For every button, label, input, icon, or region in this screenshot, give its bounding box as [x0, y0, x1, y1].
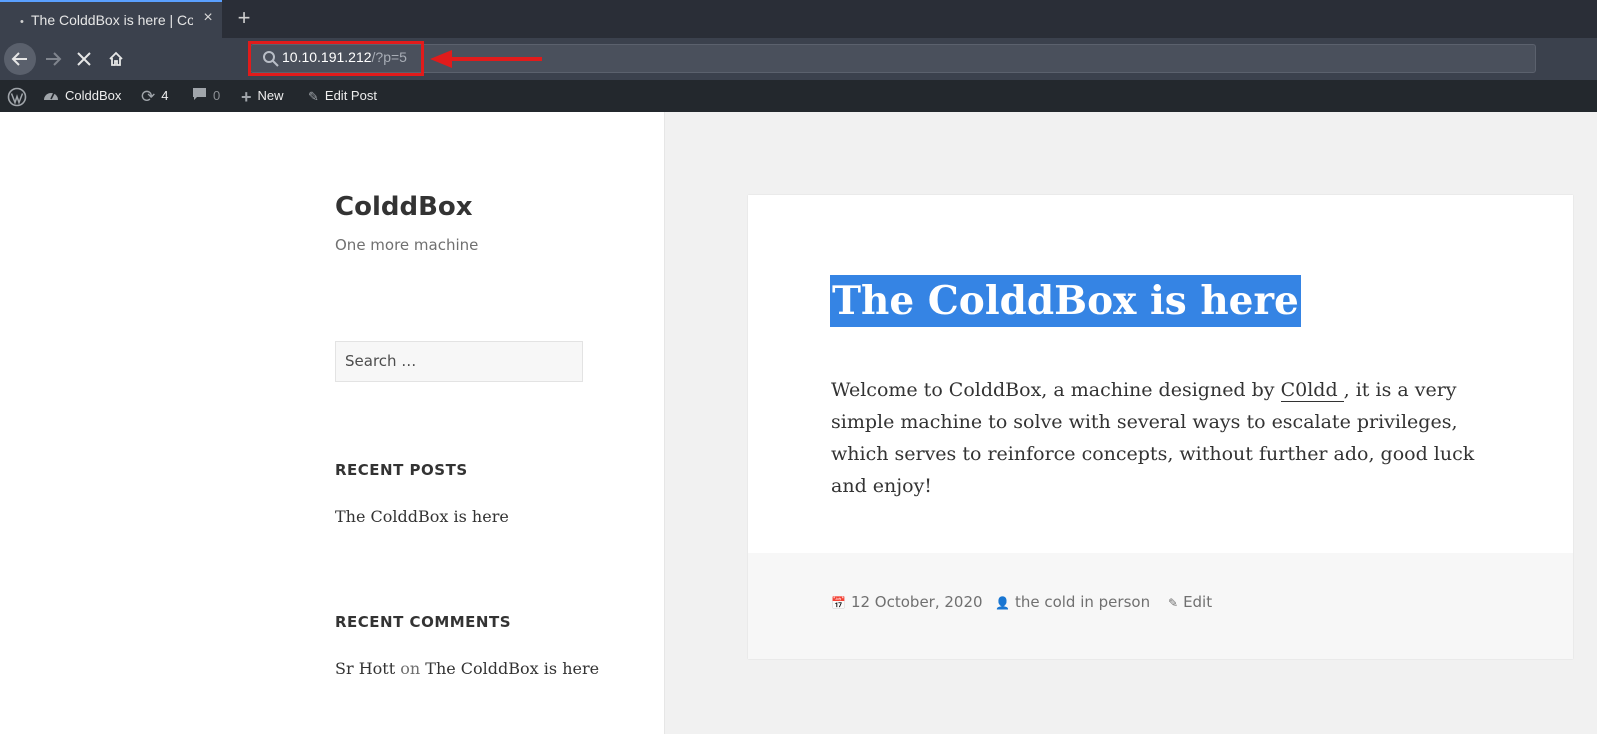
recent-comment-item: Sr Hott on The ColddBox is here — [335, 659, 599, 678]
home-icon — [109, 51, 123, 66]
browser-tab[interactable]: • The ColddBox is here | Co × — [0, 0, 222, 38]
pencil-icon: ✎ — [1168, 596, 1179, 610]
site-title[interactable]: ColddBox — [335, 192, 473, 222]
arrow-left-icon — [11, 52, 27, 66]
home-button[interactable] — [100, 43, 132, 75]
author-link[interactable]: C0ldd — [1280, 379, 1344, 402]
search-icon — [263, 51, 279, 67]
navigation-bar: 10.10.191.212/?p=5 — [0, 38, 1597, 80]
forward-button[interactable] — [37, 43, 69, 75]
post-footer: 📅 12 October, 2020 👤 the cold in person ✎ E… — [748, 553, 1573, 659]
wordpress-logo-button[interactable] — [7, 80, 27, 112]
new-tab-button[interactable]: + — [232, 6, 256, 30]
site-description: One more machine — [335, 236, 479, 254]
back-button[interactable] — [4, 43, 36, 75]
dashboard-icon — [43, 81, 59, 113]
tab-close-icon[interactable]: × — [199, 9, 217, 27]
post-date-text: 12 October, 2020 — [850, 593, 983, 611]
annotation-arrow — [430, 50, 542, 68]
tab-title: The ColddBox is here | Co — [31, 12, 193, 28]
admin-updates-count: 4 — [161, 88, 169, 103]
pencil-icon: ✎ — [308, 88, 319, 104]
wp-admin-bar: ColddBox ⟳ 4 0 + New ✎ Edit Post — [0, 80, 1597, 112]
stop-button[interactable] — [68, 43, 100, 75]
calendar-icon: 📅 — [831, 596, 846, 610]
arrow-right-icon — [46, 52, 62, 66]
admin-edit-post-label: Edit Post — [324, 88, 377, 103]
refresh-icon: ⟳ — [141, 86, 156, 106]
admin-site-link[interactable]: ColddBox — [43, 80, 121, 112]
admin-edit-post-link[interactable]: ✎ Edit Post — [308, 80, 377, 112]
wordpress-icon — [7, 87, 27, 106]
comment-on-text: on — [400, 659, 421, 678]
comment-post-link[interactable]: The ColddBox is here — [425, 659, 599, 678]
url-host: 10.10.191.212 — [282, 49, 372, 65]
url-text[interactable]: 10.10.191.212/?p=5 — [282, 49, 407, 65]
admin-updates-link[interactable]: ⟳ 4 — [141, 80, 168, 112]
sidebar: ColddBox One more machine Search … RECEN… — [0, 112, 665, 734]
admin-comments-count: 0 — [213, 88, 221, 103]
person-icon: 👤 — [995, 596, 1010, 610]
post-title[interactable]: The ColddBox is here — [830, 275, 1301, 327]
tab-bar: • The ColddBox is here | Co × + — [0, 0, 1597, 38]
recent-posts-heading: RECENT POSTS — [335, 461, 468, 479]
post-date[interactable]: 📅 12 October, 2020 — [831, 593, 983, 611]
post-author[interactable]: 👤 the cold in person — [995, 593, 1150, 611]
admin-new-label: New — [257, 88, 284, 103]
post-edit-link[interactable]: ✎ Edit — [1168, 593, 1212, 611]
recent-comments-heading: RECENT COMMENTS — [335, 613, 512, 631]
close-icon — [77, 52, 91, 66]
admin-comments-link[interactable]: 0 — [192, 80, 220, 112]
post-author-text: the cold in person — [1014, 593, 1151, 611]
comment-icon — [192, 81, 207, 113]
post-content: Welcome to ColddBox, a machine designed … — [831, 374, 1491, 502]
loading-dot-icon: • — [20, 16, 24, 28]
post-edit-text: Edit — [1183, 593, 1213, 611]
post-article: The ColddBox is here Welcome to ColddBox… — [748, 195, 1573, 659]
recent-post-link[interactable]: The ColddBox is here — [335, 507, 509, 526]
search-input[interactable]: Search … — [335, 341, 583, 382]
content-intro: Welcome to ColddBox, a machine designed … — [831, 379, 1281, 401]
admin-site-label: ColddBox — [65, 88, 122, 103]
plus-icon: + — [241, 86, 252, 107]
admin-new-link[interactable]: + New — [241, 80, 284, 112]
url-path: /?p=5 — [371, 49, 407, 65]
comment-author: Sr Hott — [335, 659, 396, 678]
